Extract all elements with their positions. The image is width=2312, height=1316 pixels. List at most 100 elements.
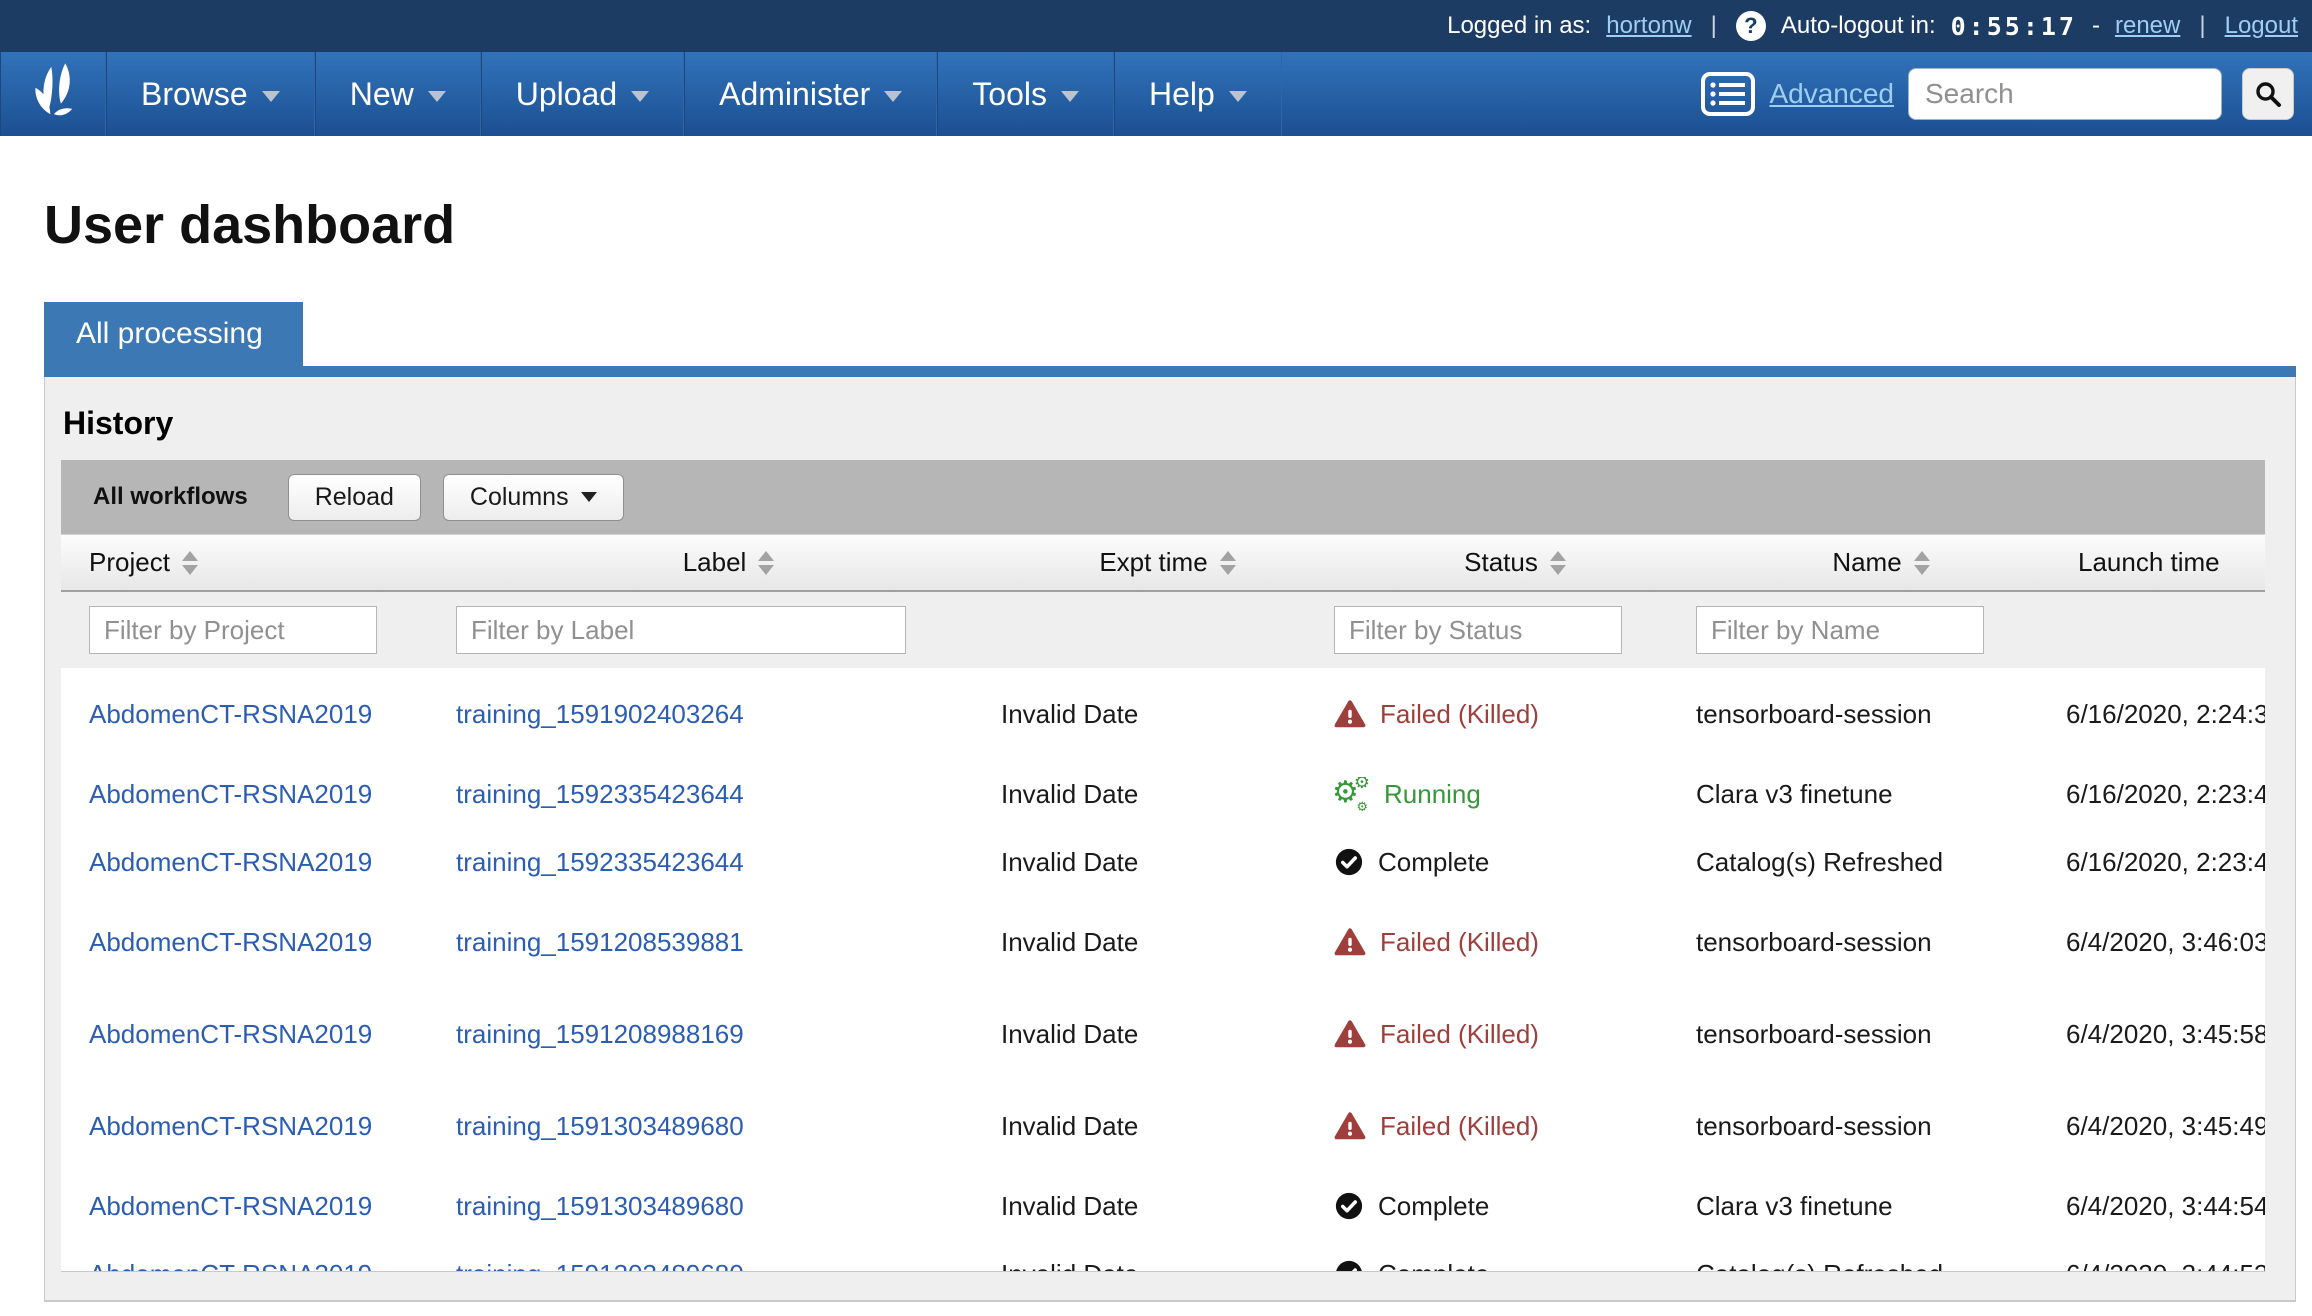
launch-time-cell: 6/4/2020, 3:45:49 — [2066, 1111, 2265, 1142]
column-header-label: Launch time — [2078, 547, 2220, 578]
launch-time-cell: 6/4/2020, 3:46:03 — [2066, 927, 2265, 958]
label-link[interactable]: training_1591208539881 — [456, 927, 744, 957]
column-header-name[interactable]: Name — [1696, 535, 2066, 590]
search-input[interactable] — [1908, 68, 2222, 120]
check-circle-icon — [1334, 1259, 1364, 1272]
advanced-search-link[interactable]: Advanced — [1769, 78, 1894, 110]
column-header-expt-time[interactable]: Expt time — [1001, 535, 1334, 590]
filter-cell — [456, 606, 1001, 654]
history-panel: History All workflows Reload Columns Pro… — [44, 377, 2296, 1302]
dash: - — [2092, 12, 2100, 40]
separator: | — [1707, 12, 1721, 40]
app-logo[interactable] — [0, 52, 106, 136]
project-cell: AbdomenCT-RSNA2019 — [61, 847, 456, 878]
nav-menu-upload[interactable]: Upload — [481, 52, 684, 136]
expt-time-cell: Invalid Date — [1001, 847, 1334, 878]
search-button[interactable] — [2242, 68, 2294, 120]
project-cell: AbdomenCT-RSNA2019 — [61, 699, 456, 730]
label-cell: training_1591208988169 — [456, 1019, 1001, 1050]
nav-menu-help[interactable]: Help — [1114, 52, 1282, 136]
project-link[interactable]: AbdomenCT-RSNA2019 — [89, 1259, 372, 1273]
autologout-label: Auto-logout in: — [1781, 12, 1936, 40]
nav-menu-label: Help — [1149, 76, 1215, 113]
table-row: AbdomenCT-RSNA2019 training_1591208539881… — [61, 896, 2265, 988]
project-link[interactable]: AbdomenCT-RSNA2019 — [89, 779, 372, 809]
label-link[interactable]: training_1591303489680 — [456, 1111, 744, 1141]
warning-triangle-icon — [1334, 699, 1366, 729]
chevron-down-icon — [631, 91, 649, 102]
warning-triangle-icon — [1334, 927, 1366, 957]
renew-link[interactable]: renew — [2115, 12, 2180, 40]
status-cell: Complete — [1334, 1191, 1696, 1222]
help-question-icon[interactable]: ? — [1736, 11, 1766, 41]
logo-plant-icon — [25, 63, 81, 125]
columns-dropdown-button[interactable]: Columns — [443, 474, 624, 521]
label-link[interactable]: training_1591208988169 — [456, 1019, 744, 1049]
project-cell: AbdomenCT-RSNA2019 — [61, 1019, 456, 1050]
project-link[interactable]: AbdomenCT-RSNA2019 — [89, 1019, 372, 1049]
label-link[interactable]: training_1591902403264 — [456, 699, 744, 729]
chevron-down-icon — [428, 91, 446, 102]
table-toolbar: All workflows Reload Columns — [61, 460, 2265, 534]
column-header-label: Project — [89, 547, 170, 578]
expt-time-cell: Invalid Date — [1001, 1111, 1334, 1142]
filter-input-filter-by-status[interactable] — [1334, 606, 1622, 654]
nav-menu-browse[interactable]: Browse — [106, 52, 315, 136]
launch-time-cell: 6/16/2020, 2:24:3 — [2066, 699, 2265, 730]
status-label: Failed (Killed) — [1380, 699, 1539, 730]
reload-button[interactable]: Reload — [288, 474, 421, 521]
filter-cell — [61, 606, 456, 654]
launch-time-cell: 6/4/2020, 3:45:58 — [2066, 1019, 2265, 1050]
nav-menu-tools[interactable]: Tools — [937, 52, 1114, 136]
label-link[interactable]: training_1591303489680 — [456, 1259, 744, 1273]
label-link[interactable]: training_1592335423644 — [456, 779, 744, 809]
expt-time-cell: Invalid Date — [1001, 779, 1334, 810]
advanced-search-icon[interactable] — [1701, 72, 1755, 116]
sort-icon — [758, 551, 774, 575]
expt-time-cell: Invalid Date — [1001, 699, 1334, 730]
status-label: Failed (Killed) — [1380, 1111, 1539, 1142]
label-cell: training_1591303489680 — [456, 1191, 1001, 1222]
table-header-row: Project Label Expt time Status Name Launch ti… — [61, 534, 2265, 592]
project-link[interactable]: AbdomenCT-RSNA2019 — [89, 1191, 372, 1221]
project-link[interactable]: AbdomenCT-RSNA2019 — [89, 927, 372, 957]
logout-link[interactable]: Logout — [2225, 12, 2298, 40]
nav-menu-administer[interactable]: Administer — [684, 52, 937, 136]
nav-menu-label: Browse — [141, 76, 248, 113]
status-cell: Failed (Killed) — [1334, 1019, 1696, 1050]
columns-label: Columns — [470, 483, 569, 512]
column-header-project[interactable]: Project — [61, 535, 456, 590]
filter-input-filter-by-label[interactable] — [456, 606, 906, 654]
column-header-status[interactable]: Status — [1334, 535, 1696, 590]
filter-input-filter-by-name[interactable] — [1696, 606, 1984, 654]
workflow-scope-label: All workflows — [93, 483, 248, 511]
sort-icon — [1550, 551, 1566, 575]
label-cell: training_1591303489680 — [456, 1259, 1001, 1273]
name-cell: Clara v3 finetune — [1696, 779, 2066, 810]
logged-in-label: Logged in as: — [1447, 12, 1591, 40]
tab-all-processing[interactable]: All processing — [44, 302, 303, 366]
nav-menu-new[interactable]: New — [315, 52, 481, 136]
column-header-label[interactable]: Label — [456, 535, 1001, 590]
chevron-down-icon — [884, 91, 902, 102]
project-link[interactable]: AbdomenCT-RSNA2019 — [89, 1111, 372, 1141]
table-row: AbdomenCT-RSNA2019 training_1592335423644… — [61, 828, 2265, 896]
status-cell: Failed (Killed) — [1334, 699, 1696, 730]
username-link[interactable]: hortonw — [1606, 12, 1691, 40]
check-circle-icon — [1334, 1191, 1364, 1221]
top-bar: Logged in as: hortonw | ? Auto-logout in… — [0, 0, 2312, 52]
nav-menu-label: Administer — [719, 76, 870, 113]
project-link[interactable]: AbdomenCT-RSNA2019 — [89, 699, 372, 729]
expt-time-cell: Invalid Date — [1001, 1019, 1334, 1050]
search-icon — [2254, 80, 2282, 108]
filter-input-filter-by-project[interactable] — [89, 606, 377, 654]
expt-time-cell: Invalid Date — [1001, 1191, 1334, 1222]
status-cell: Failed (Killed) — [1334, 1111, 1696, 1142]
project-link[interactable]: AbdomenCT-RSNA2019 — [89, 847, 372, 877]
column-header-label: Status — [1464, 547, 1538, 578]
column-header-label: Label — [683, 547, 747, 578]
panel-title: History — [63, 405, 2265, 442]
status-cell: Failed (Killed) — [1334, 927, 1696, 958]
label-link[interactable]: training_1592335423644 — [456, 847, 744, 877]
label-link[interactable]: training_1591303489680 — [456, 1191, 744, 1221]
